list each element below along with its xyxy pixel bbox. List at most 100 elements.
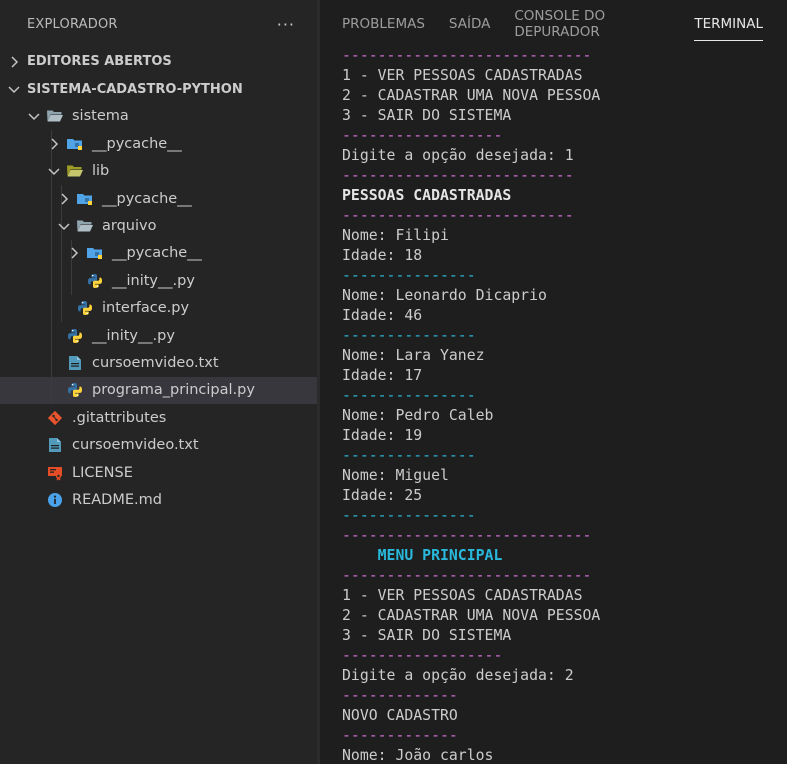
tab-problemas[interactable]: PROBLEMAS [342, 0, 425, 48]
terminal-line: 2 - CADASTRAR UMA NOVA PESSOA [342, 87, 601, 104]
folder-item-sistema[interactable]: sistema [0, 103, 317, 130]
explorer-header: EXPLORADOR ··· [0, 0, 317, 48]
terminal-line: Idade: 46 [342, 307, 423, 324]
more-actions-button[interactable]: ··· [277, 15, 295, 34]
section-editores-abertos[interactable]: EDITORES ABERTOS [0, 48, 317, 75]
indent-guide [51, 212, 52, 240]
tree-item-label: interface.py [102, 300, 190, 317]
folder-pycache-icon [66, 135, 84, 153]
terminal-line: Idade: 19 [342, 427, 423, 444]
chevron-right-icon[interactable] [56, 191, 72, 207]
terminal-separator-line: -------------------------- [342, 207, 574, 224]
tree-item-label: __pycache__ [112, 245, 202, 262]
chevron-right-icon[interactable] [46, 136, 62, 152]
terminal-line: Idade: 17 [342, 367, 423, 384]
terminal-separator-line: ------------------ [342, 127, 503, 144]
info-icon [46, 491, 64, 509]
folder-item-lib[interactable]: lib [0, 157, 317, 185]
file-item-license[interactable]: LICENSE [0, 459, 317, 486]
file-item-interface-py[interactable]: interface.py [0, 294, 317, 322]
terminal-separator-line: --------------- [342, 507, 476, 524]
terminal-line: Nome: Miguel [342, 467, 449, 484]
terminal-line: PESSOAS CADASTRADAS [342, 187, 512, 204]
terminal-line: Idade: 25 [342, 487, 423, 504]
text-file-icon [66, 354, 84, 372]
terminal-separator-line: ------------------ [342, 647, 503, 664]
file-item-inity-py[interactable]: __inity__.py [0, 321, 317, 350]
terminal-line: Nome: João carlos [342, 747, 494, 764]
chevron-right-icon[interactable] [6, 54, 22, 70]
text-file-icon [46, 436, 64, 454]
indent-guide [61, 267, 62, 295]
terminal-separator-line: ------------- [342, 687, 458, 704]
tree-item-label: __pycache__ [102, 190, 192, 207]
file-item-cursoemvideo-txt[interactable]: cursoemvideo.txt [0, 349, 317, 377]
tree-item-label: SISTEMA-CADASTRO-PYTHON [27, 81, 243, 97]
terminal-line: Digite a opção desejada: 2 [342, 667, 574, 684]
tree-item-label: arquivo [102, 218, 157, 235]
tree-item-label: sistema [72, 108, 129, 125]
python-icon [76, 299, 94, 317]
terminal-output[interactable]: ---------------------------- 1 - VER PESS… [342, 46, 787, 764]
tree-item-label: cursoemvideo.txt [72, 437, 199, 454]
folder-lib-open-icon [66, 162, 84, 180]
terminal-separator-line: ------------- [342, 727, 458, 744]
terminal-separator-line: ---------------------------- [342, 527, 592, 544]
chevron-right-icon[interactable] [66, 245, 82, 261]
python-icon [66, 327, 84, 345]
chevron-down-icon[interactable] [56, 218, 72, 234]
terminal-separator-line: ---------------------------- [342, 567, 592, 584]
terminal-line: MENU PRINCIPAL [342, 547, 503, 564]
terminal-line: 3 - SAIR DO SISTEMA [342, 627, 512, 644]
folder-item-arquivo[interactable]: arquivo [0, 212, 317, 240]
folder-item-pycache[interactable]: __pycache__ [0, 239, 317, 268]
tab-terminal[interactable]: TERMINAL [694, 0, 763, 48]
indent-guide [51, 321, 52, 350]
indent-guide [51, 294, 52, 322]
terminal-line: Nome: Leonardo Dicaprio [342, 287, 547, 304]
file-tree: EDITORES ABERTOS SISTEMA-CADASTRO-PYTHON s… [0, 48, 317, 514]
indent-guide [51, 376, 52, 405]
section-sistema-cadastro-python[interactable]: SISTEMA-CADASTRO-PYTHON [0, 75, 317, 102]
tree-item-label: lib [92, 163, 110, 180]
terminal-line: Idade: 18 [342, 247, 423, 264]
chevron-down-icon[interactable] [6, 81, 22, 97]
terminal-separator-line: --------------- [342, 327, 476, 344]
tab-sa-da[interactable]: SAÍDA [449, 0, 490, 48]
tree-item-label: LICENSE [72, 464, 133, 481]
indent-guide [61, 239, 62, 268]
tab-console-do-depurador[interactable]: CONSOLE DO DEPURADOR [514, 0, 670, 48]
folder-item-pycache[interactable]: __pycache__ [0, 130, 317, 158]
terminal-separator-line: --------------- [342, 267, 476, 284]
bottom-panel: PROBLEMAS SAÍDA CONSOLE DO DEPURADOR TERMIN… [320, 0, 787, 764]
tree-item-label: .gitattributes [72, 409, 167, 426]
terminal-line: Nome: Filipi [342, 227, 449, 244]
folder-open-icon [46, 107, 64, 125]
file-item-gitattributes[interactable]: .gitattributes [0, 404, 317, 431]
panel-tabs: PROBLEMAS SAÍDA CONSOLE DO DEPURADOR TERMIN… [342, 0, 787, 48]
tree-item-label: cursoemvideo.txt [92, 354, 219, 371]
file-item-readme-md[interactable]: README.md [0, 486, 317, 513]
terminal-line: Nome: Lara Yanez [342, 347, 485, 364]
chevron-down-icon[interactable] [26, 108, 42, 124]
explorer-title: EXPLORADOR [27, 16, 118, 32]
folder-item-pycache[interactable]: __pycache__ [0, 184, 317, 213]
terminal-line: 3 - SAIR DO SISTEMA [342, 107, 512, 124]
indent-guide [61, 294, 62, 322]
git-icon [46, 409, 64, 427]
indent-guide [51, 239, 52, 268]
terminal-line: 2 - CADASTRAR UMA NOVA PESSOA [342, 607, 601, 624]
terminal-line: Digite a opção desejada: 1 [342, 147, 574, 164]
chevron-down-icon[interactable] [46, 163, 62, 179]
indent-guide [51, 267, 52, 295]
explorer-sidebar: EXPLORADOR ··· EDITORES ABERTOS SISTEMA-C… [0, 0, 317, 764]
tree-item-label: EDITORES ABERTOS [27, 54, 172, 70]
file-item-programa-principal-py[interactable]: programa_principal.py [0, 376, 317, 405]
indent-guide [71, 267, 72, 295]
terminal-line: NOVO CADASTRO [342, 707, 458, 724]
file-item-cursoemvideo-txt[interactable]: cursoemvideo.txt [0, 431, 317, 458]
folder-pycache-icon [86, 244, 104, 262]
tree-item-label: __pycache__ [92, 135, 182, 152]
terminal-separator-line: ---------------------------- [342, 47, 592, 64]
file-item-inity-py[interactable]: __inity__.py [0, 267, 317, 295]
